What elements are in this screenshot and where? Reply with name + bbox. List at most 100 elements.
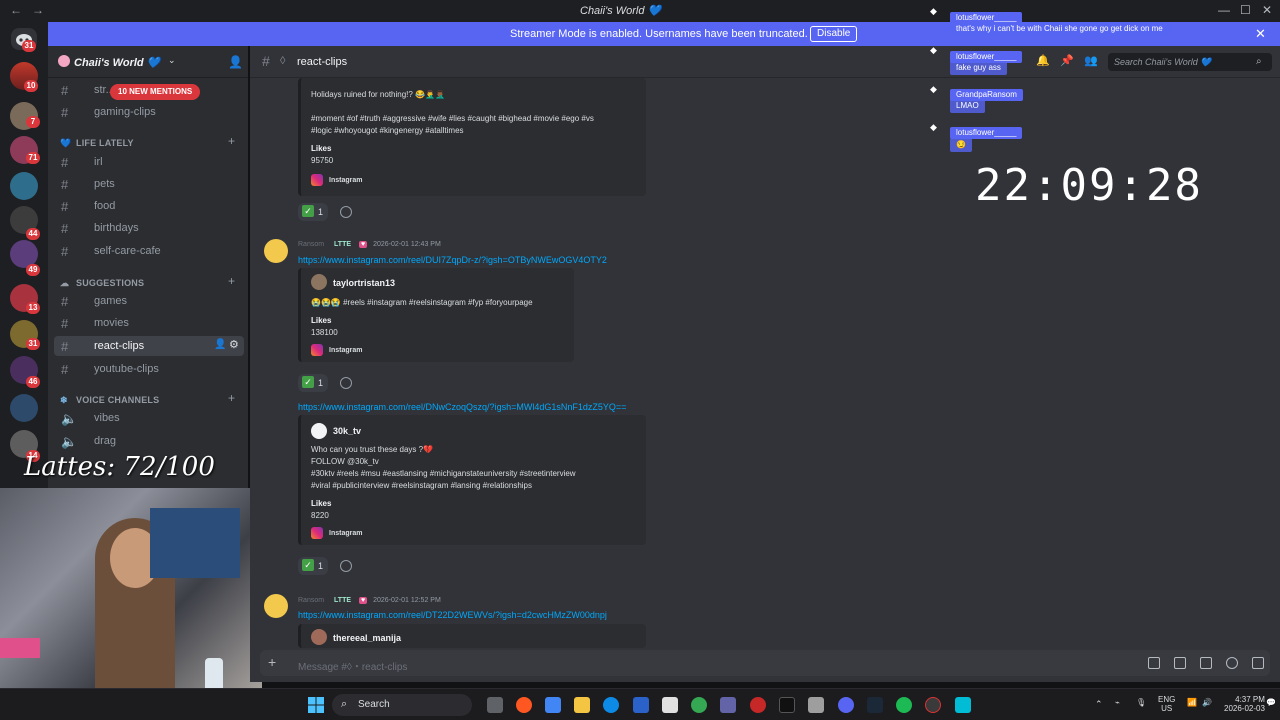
wifi-icon[interactable]: 📶 bbox=[1187, 698, 1197, 707]
channel-label: youtube-clips bbox=[94, 363, 159, 375]
task-view-icon[interactable] bbox=[487, 697, 503, 713]
channel-self-care-cafe[interactable]: # self-care-cafe bbox=[54, 241, 244, 261]
overlay-chat-message: 😏 bbox=[950, 138, 972, 152]
obs-icon[interactable] bbox=[925, 697, 941, 713]
bell-icon[interactable]: 🔔 bbox=[1036, 54, 1050, 67]
forward-arrow-icon[interactable]: → bbox=[32, 3, 44, 17]
members-icon[interactable]: 👥 bbox=[1084, 54, 1098, 67]
avatar[interactable] bbox=[264, 239, 288, 263]
channel-gaming-clips[interactable]: # gaming-clips bbox=[54, 102, 244, 122]
app-icon[interactable] bbox=[808, 697, 824, 713]
add-reaction-icon[interactable] bbox=[340, 377, 352, 389]
message-link[interactable]: https://www.instagram.com/reel/DNwCzoqQs… bbox=[298, 402, 626, 412]
brave-icon[interactable] bbox=[516, 697, 532, 713]
search-input[interactable]: Search Chaii's World 💙 ⌕ bbox=[1108, 53, 1272, 71]
reaction-check[interactable]: ✓ 1 bbox=[298, 557, 328, 575]
close-icon[interactable]: ✕ bbox=[1262, 3, 1272, 17]
network-icon[interactable]: ⌁ bbox=[1115, 698, 1120, 707]
invite-icon[interactable]: 👤 bbox=[214, 339, 226, 350]
category-life-lately[interactable]: LIFE LATELY bbox=[76, 138, 134, 148]
hashtag-icon: # bbox=[61, 83, 69, 98]
channel-birthdays[interactable]: # birthdays bbox=[54, 218, 244, 238]
instagram-icon bbox=[311, 344, 323, 356]
disable-streamer-mode-button[interactable]: Disable bbox=[810, 26, 858, 42]
server-name: Chaii's World 💙 bbox=[74, 57, 161, 69]
server-header[interactable]: Chaii's World 💙 ⌄ 👤 bbox=[48, 46, 248, 78]
chat-area: # ◊ react-clips 🔔 📌 👥 Search Chaii's Wor… bbox=[250, 46, 1280, 682]
maximize-icon[interactable]: ☐ bbox=[1240, 3, 1251, 17]
server-badge: 7 bbox=[26, 116, 40, 128]
new-mentions-pill[interactable]: 10 NEW MENTIONS bbox=[110, 84, 201, 100]
add-member-icon[interactable]: 👤 bbox=[228, 55, 243, 69]
message-composer[interactable]: + Message #◊・react-clips bbox=[260, 650, 1270, 676]
channel-youtube-clips[interactable]: # youtube-clips bbox=[54, 359, 244, 379]
notification-icon[interactable]: 💬 bbox=[1266, 698, 1276, 707]
gear-icon[interactable]: ⚙ bbox=[229, 338, 239, 351]
embed-author[interactable]: 30k_tv bbox=[333, 426, 361, 436]
store-icon[interactable] bbox=[633, 697, 649, 713]
edge-icon[interactable] bbox=[603, 697, 619, 713]
embed-field-value: 138100 bbox=[311, 328, 338, 337]
message-link[interactable]: https://www.instagram.com/reel/DUI7ZqpDr… bbox=[298, 255, 607, 265]
chrome-icon[interactable] bbox=[691, 697, 707, 713]
create-channel-icon[interactable]: + bbox=[228, 134, 235, 148]
channel-games[interactable]: # games bbox=[54, 291, 244, 311]
pin-icon[interactable]: 📌 bbox=[1060, 54, 1074, 67]
message-link[interactable]: https://www.instagram.com/reel/DT22D2WEW… bbox=[298, 610, 607, 620]
tiktok-icon[interactable] bbox=[779, 697, 795, 713]
language-indicator[interactable]: ENG US bbox=[1158, 695, 1175, 713]
spotify-icon[interactable] bbox=[896, 697, 912, 713]
gift-icon[interactable] bbox=[1148, 657, 1160, 669]
category-voice-channels[interactable]: VOICE CHANNELS bbox=[76, 395, 159, 405]
channel-react-clips[interactable]: # react-clips 👤 ⚙ bbox=[54, 336, 244, 356]
voice-channel-vibes[interactable]: 🔈 vibes bbox=[54, 408, 244, 428]
discord-icon[interactable] bbox=[838, 697, 854, 713]
add-reaction-icon[interactable] bbox=[340, 560, 352, 572]
sticker-icon[interactable] bbox=[1200, 657, 1212, 669]
avatar[interactable] bbox=[264, 594, 288, 618]
close-banner-icon[interactable]: ✕ bbox=[1255, 26, 1266, 42]
channel-pets[interactable]: # pets bbox=[54, 174, 244, 194]
copilot-icon[interactable] bbox=[545, 697, 561, 713]
clock[interactable]: 4:37 PM 2026-02-03 bbox=[1224, 695, 1265, 713]
server-folder-icon[interactable] bbox=[10, 172, 38, 200]
back-arrow-icon[interactable]: ← bbox=[10, 3, 22, 17]
overlay-chat-message: LMAO bbox=[950, 99, 985, 113]
attach-plus-icon[interactable]: + bbox=[268, 654, 276, 670]
file-explorer-icon[interactable] bbox=[574, 697, 590, 713]
windows-start-icon[interactable] bbox=[308, 697, 324, 713]
author-name[interactable]: Ransom bbox=[298, 597, 324, 604]
embed-author[interactable]: taylortristan13 bbox=[333, 278, 395, 288]
embed-text: #moment #of #truth #aggressive #wife #li… bbox=[311, 114, 594, 123]
reaction-check[interactable]: ✓ 1 bbox=[298, 374, 328, 392]
channel-irl[interactable]: # irl bbox=[54, 152, 244, 172]
emoji-icon[interactable] bbox=[1226, 657, 1238, 669]
server-folder-icon[interactable] bbox=[10, 394, 38, 422]
channel-food[interactable]: # food bbox=[54, 196, 244, 216]
create-channel-icon[interactable]: + bbox=[228, 391, 235, 405]
author-name[interactable]: Ransom bbox=[298, 241, 324, 248]
channel-movies[interactable]: # movies bbox=[54, 313, 244, 333]
apps-icon[interactable] bbox=[1252, 657, 1264, 669]
steam-icon[interactable] bbox=[867, 697, 883, 713]
app-icon[interactable] bbox=[955, 697, 971, 713]
volume-icon[interactable]: 🔊 bbox=[1202, 698, 1212, 707]
embed-author[interactable]: thereeal_manija bbox=[333, 633, 401, 643]
create-channel-icon[interactable]: + bbox=[228, 274, 235, 288]
tray-chevron-icon[interactable]: ⌃ bbox=[1095, 699, 1103, 710]
teams-icon[interactable] bbox=[720, 697, 736, 713]
reaction-check[interactable]: ✓ 1 bbox=[298, 203, 328, 221]
gif-icon[interactable] bbox=[1174, 657, 1186, 669]
taskbar-search-label: Search bbox=[358, 699, 390, 710]
voice-channel-drag[interactable]: 🔈 drag bbox=[54, 431, 244, 451]
diamond-icon: ◊ bbox=[280, 55, 286, 67]
minimize-icon[interactable]: — bbox=[1218, 3, 1230, 17]
taskbar-search[interactable]: ⌕ Search bbox=[332, 694, 472, 716]
add-reaction-icon[interactable] bbox=[340, 206, 352, 218]
app-icon[interactable] bbox=[750, 697, 766, 713]
app-icon[interactable] bbox=[662, 697, 678, 713]
chevron-down-icon: ⌄ bbox=[168, 55, 176, 65]
microphone-icon[interactable]: 🎙 bbox=[1136, 698, 1146, 707]
category-suggestions[interactable]: SUGGESTIONS bbox=[76, 278, 144, 288]
channel-label: drag bbox=[94, 435, 117, 447]
